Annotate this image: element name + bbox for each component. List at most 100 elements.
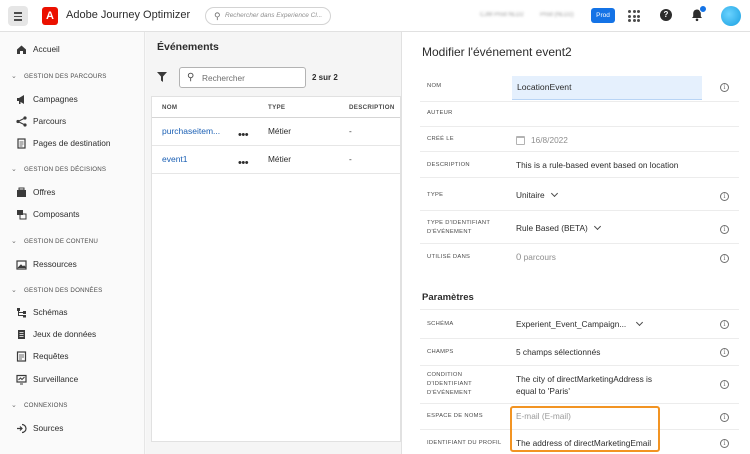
- sources-icon: [17, 423, 27, 434]
- event-name-link[interactable]: purchaseitem...: [162, 126, 220, 136]
- table-header-divider: [152, 117, 400, 118]
- page-icon: [17, 138, 26, 149]
- highlight-box: [510, 406, 660, 452]
- hamburger-menu-icon[interactable]: [8, 6, 28, 26]
- schema-value: Experient_Event_Campaign...: [516, 319, 627, 329]
- info-icon[interactable]: i: [720, 225, 729, 234]
- field-divider: [420, 309, 739, 310]
- global-search-input[interactable]: ⚲ Rechercher dans Experience Cl...: [205, 7, 331, 25]
- sidebar-section-parcours[interactable]: ⌄ GESTION DES PARCOURS: [0, 71, 145, 85]
- event-description: -: [349, 126, 352, 136]
- filter-icon[interactable]: [157, 72, 167, 82]
- search-icon: ⚲: [214, 11, 221, 21]
- column-header-nom[interactable]: NOM: [162, 104, 177, 111]
- sidebar-item-sources[interactable]: Sources: [0, 420, 145, 438]
- events-search-input[interactable]: ⚲ Rechercher: [179, 67, 306, 88]
- sidebar-item-surveillance[interactable]: Surveillance: [0, 371, 145, 389]
- dataset-icon: [18, 330, 25, 339]
- global-search-placeholder: Rechercher dans Experience Cl...: [225, 11, 323, 19]
- column-header-type[interactable]: TYPE: [268, 104, 285, 111]
- sandbox-name[interactable]: Prod (NLD2): [540, 12, 574, 18]
- info-icon[interactable]: i: [720, 83, 729, 92]
- sidebar-section-decisions[interactable]: ⌄ GESTION DES DÉCISIONS: [0, 164, 145, 178]
- info-icon[interactable]: i: [720, 380, 729, 389]
- offers-icon: [17, 187, 26, 197]
- field-divider: [420, 151, 739, 152]
- apps-grid-icon[interactable]: [628, 10, 640, 22]
- detail-title: Modifier l'événement event2: [422, 45, 572, 59]
- sidebar-item-requetes[interactable]: Requêtes: [0, 348, 145, 366]
- sidebar-section-contenu[interactable]: ⌄ GESTION DE CONTENU: [0, 236, 145, 250]
- field-divider: [420, 243, 739, 244]
- type-identifiant-dropdown[interactable]: Rule Based (BETA): [516, 222, 601, 234]
- field-label-nom: NOM: [427, 83, 442, 89]
- row-divider: [152, 173, 400, 174]
- type-value: Unitaire: [516, 190, 545, 200]
- sidebar-item-jeux-donnees[interactable]: Jeux de données: [0, 326, 145, 344]
- chevron-down-icon: [636, 318, 644, 327]
- sidebar-item-schemas[interactable]: Schémas: [0, 304, 145, 322]
- info-icon[interactable]: i: [720, 439, 729, 448]
- field-label-utilise-dans: UTILISÉ DANS: [427, 254, 471, 260]
- field-divider: [420, 177, 739, 178]
- sidebar-item-offres[interactable]: Offres: [0, 184, 145, 202]
- help-icon[interactable]: ?: [660, 9, 672, 21]
- app-name: Adobe Journey Optimizer: [66, 9, 191, 21]
- chevron-down-icon: ⌄: [11, 73, 17, 80]
- event-name-link[interactable]: event1: [162, 154, 188, 164]
- sidebar-item-composants[interactable]: Composants: [0, 206, 145, 224]
- condition-value[interactable]: The city of directMarketingAddress is equ…: [516, 373, 652, 397]
- info-icon[interactable]: i: [720, 320, 729, 329]
- type-dropdown[interactable]: Unitaire: [516, 189, 558, 201]
- sidebar-section-connexions[interactable]: ⌄ CONNEXIONS: [0, 400, 145, 414]
- field-label-champs: CHAMPS: [427, 349, 454, 355]
- info-icon[interactable]: i: [720, 254, 729, 263]
- events-count: 2 sur 2: [312, 73, 338, 82]
- chevron-down-icon: [550, 189, 558, 198]
- event-name-input[interactable]: LocationEvent: [512, 76, 702, 100]
- sidebar-item-ressources[interactable]: Ressources: [0, 256, 145, 274]
- more-options-icon[interactable]: •••: [238, 130, 249, 141]
- info-icon[interactable]: i: [720, 348, 729, 357]
- event-description: -: [349, 154, 352, 164]
- parametres-title: Paramètres: [422, 292, 474, 303]
- event-name-value: LocationEvent: [517, 82, 572, 92]
- schema-dropdown[interactable]: Experient_Event_Campaign...: [516, 318, 644, 330]
- adobe-logo-icon: A: [42, 7, 58, 25]
- sidebar-section-donnees[interactable]: ⌄ GESTION DES DONNÉES: [0, 285, 145, 299]
- prod-badge[interactable]: Prod: [591, 8, 615, 23]
- description-value[interactable]: This is a rule-based event based on loca…: [516, 159, 678, 171]
- events-title: Événements: [157, 41, 219, 53]
- sidebar-item-pages-destination[interactable]: Pages de destination: [0, 135, 145, 153]
- field-divider: [420, 365, 739, 366]
- sidebar-item-parcours[interactable]: Parcours: [0, 113, 145, 131]
- schema-icon: [17, 308, 26, 318]
- journey-icon: [16, 116, 27, 127]
- info-icon[interactable]: i: [720, 192, 729, 201]
- sidebar-item-campagnes[interactable]: Campagnes: [0, 91, 145, 109]
- field-label-schema: SCHÉMA: [427, 321, 454, 327]
- champs-value[interactable]: 5 champs sélectionnés: [516, 346, 600, 358]
- cree-le-value: 16/8/2022: [531, 135, 568, 145]
- utilise-dans-value: 0 parcours: [516, 252, 556, 263]
- event-type: Métier: [268, 154, 292, 164]
- more-options-icon[interactable]: •••: [238, 158, 249, 169]
- notification-badge: [699, 5, 707, 13]
- field-label-espace-noms: ESPACE DE NOMS: [427, 413, 483, 419]
- home-icon: [17, 45, 26, 54]
- info-icon[interactable]: i: [720, 413, 729, 422]
- user-avatar[interactable]: [721, 6, 741, 26]
- assets-icon: [16, 260, 27, 270]
- sidebar-item-accueil[interactable]: Accueil: [0, 41, 145, 59]
- field-divider: [420, 338, 739, 339]
- events-search-placeholder: Rechercher: [202, 73, 245, 83]
- megaphone-icon: [17, 95, 24, 104]
- column-header-description[interactable]: DESCRIPTION: [349, 104, 395, 111]
- search-icon: ⚲: [187, 72, 195, 83]
- chevron-down-icon: ⌄: [11, 238, 17, 245]
- field-label-identifiant-profil: IDENTIFIANT DU PROFIL: [427, 440, 502, 446]
- calendar-icon: [516, 136, 525, 145]
- chevron-down-icon: ⌄: [11, 166, 17, 173]
- org-name[interactable]: CJM Prod NLD2: [480, 12, 524, 18]
- type-identifiant-value: Rule Based (BETA): [516, 223, 588, 233]
